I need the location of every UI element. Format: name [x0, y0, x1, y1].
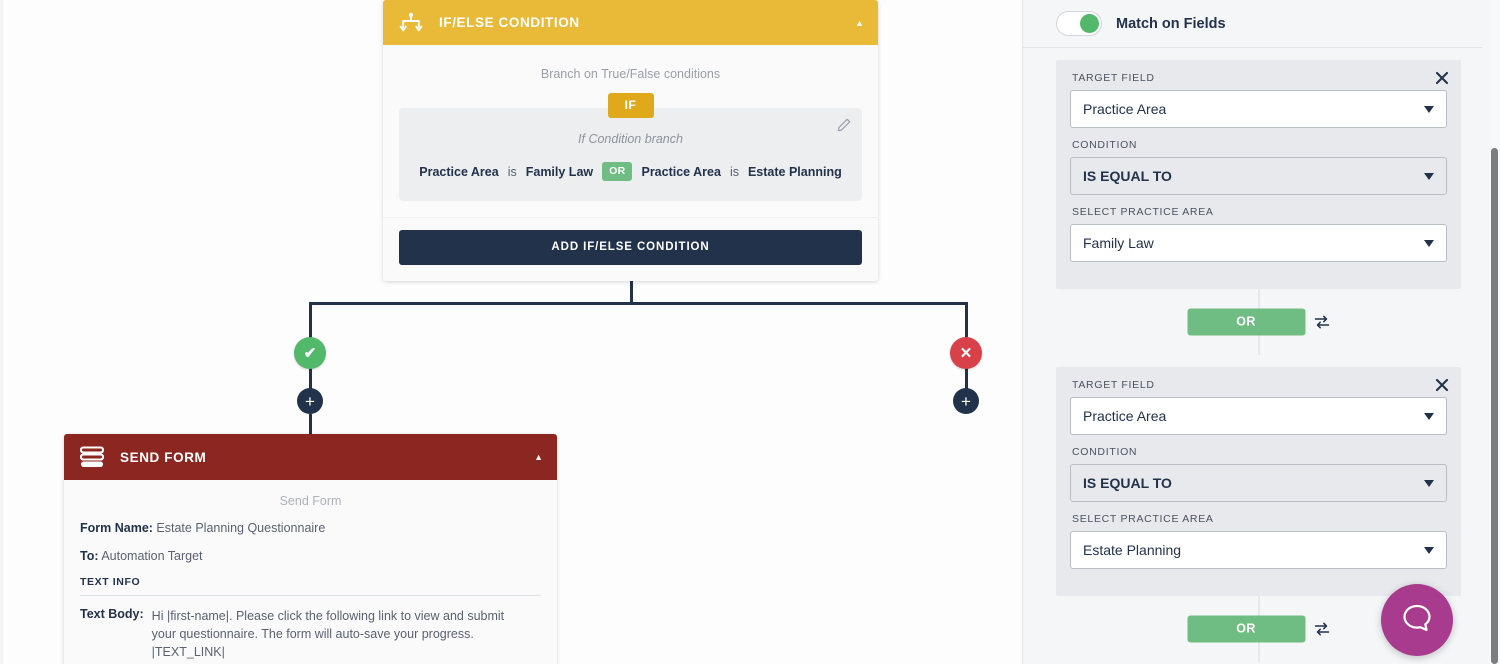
close-icon: ✕ — [959, 345, 973, 362]
text-body-value: Hi |first-name|. Please click the follow… — [151, 608, 505, 659]
or-operator-button[interactable]: OR — [1187, 615, 1305, 643]
chat-bubble-icon — [1399, 600, 1435, 641]
match-on-fields-label: Match on Fields — [1116, 15, 1226, 32]
close-icon[interactable] — [1434, 70, 1450, 86]
panel-scrollbar-thumb[interactable] — [1491, 148, 1498, 664]
toggle-knob — [1080, 13, 1099, 33]
chevron-down-icon — [1424, 172, 1434, 180]
swap-arrows-icon[interactable] — [1313, 314, 1330, 331]
ifelse-node-body: Branch on True/False conditions IF If Co… — [383, 45, 878, 201]
panel-scrollbar-track[interactable] — [1489, 0, 1500, 664]
expr-right-operator: is — [729, 164, 739, 179]
value-field-select[interactable]: Estate Planning — [1070, 531, 1447, 569]
send-form-subtitle: Send Form — [279, 494, 342, 508]
if-condition-expression: Practice Area is Family Law OR Practice … — [413, 162, 848, 181]
or-operator-button[interactable]: OR — [1187, 308, 1305, 336]
workflow-canvas[interactable]: ✔ ✕ + + IF/ELSE CONDITION ▲ Branch on Tr… — [0, 0, 1022, 664]
branch-split-icon — [397, 9, 425, 37]
value-field-value: Estate Planning — [1083, 542, 1182, 558]
chevron-up-icon[interactable]: ▲ — [855, 18, 864, 28]
chevron-down-icon — [1424, 479, 1434, 487]
chevron-down-icon — [1424, 239, 1434, 247]
recipient-label: To: — [80, 548, 99, 563]
text-body-row: Text Body: Hi |first-name|. Please click… — [80, 607, 541, 661]
send-form-node-header[interactable]: SEND FORM ▲ — [64, 434, 557, 480]
expr-join-chip: OR — [602, 162, 633, 181]
if-badge[interactable]: IF — [607, 93, 654, 118]
plus-icon: + — [961, 391, 971, 411]
automation-workflow-screen: ✔ ✕ + + IF/ELSE CONDITION ▲ Branch on Tr… — [0, 0, 1500, 664]
condition-value: IS EQUAL TO — [1083, 168, 1172, 184]
send-form-node-title: SEND FORM — [120, 449, 207, 465]
text-info-heading: TEXT INFO — [80, 576, 541, 596]
chevron-down-icon — [1424, 105, 1434, 113]
form-name-row: Form Name: Estate Planning Questionnaire — [80, 520, 541, 537]
add-step-false-button[interactable]: + — [953, 388, 979, 414]
match-on-fields-toggle[interactable] — [1056, 11, 1102, 36]
match-fields-panel-content: Match on Fields TARGET FIELD Practice Ar… — [1023, 0, 1483, 662]
ifelse-subtitle: Branch on True/False conditions — [540, 67, 721, 81]
target-field-label: TARGET FIELD — [1072, 72, 1155, 84]
if-condition-branch-label: If Condition branch — [578, 132, 683, 146]
chevron-up-icon[interactable]: ▲ — [534, 452, 543, 462]
chevron-down-icon — [1424, 412, 1434, 420]
recipient-row: To: Automation Target — [80, 548, 541, 565]
branch-true-badge[interactable]: ✔ — [294, 337, 326, 369]
expr-left-field: Practice Area — [419, 164, 499, 179]
value-field-label: SELECT PRACTICE AREA — [1072, 206, 1214, 218]
help-chat-launcher-button[interactable] — [1381, 584, 1453, 656]
form-name-value: Estate Planning Questionnaire — [156, 521, 326, 535]
send-form-node[interactable]: SEND FORM ▲ Send Form Form Name: Estate … — [64, 434, 557, 664]
or-divider-controls: OR — [1187, 615, 1330, 643]
condition-label: CONDITION — [1072, 139, 1138, 151]
condition-select[interactable]: IS EQUAL TO — [1070, 157, 1447, 195]
form-name-label: Form Name: — [80, 521, 153, 535]
chevron-down-icon — [1424, 546, 1434, 554]
canvas-left-gutter — [0, 0, 3, 664]
form-lines-icon — [78, 443, 106, 471]
condition-block[interactable]: TARGET FIELD Practice Area CONDITION IS … — [1056, 60, 1461, 289]
condition-label: CONDITION — [1072, 446, 1138, 458]
target-field-select[interactable]: Practice Area — [1070, 90, 1447, 128]
add-step-true-button[interactable]: + — [297, 388, 323, 414]
connector-horizontal — [309, 302, 968, 305]
target-field-label: TARGET FIELD — [1072, 379, 1155, 391]
recipient-value: Automation Target — [101, 548, 203, 563]
send-form-node-body: Send Form Form Name: Estate Planning Que… — [64, 480, 557, 664]
pencil-icon[interactable] — [836, 117, 852, 133]
ifelse-node-title: IF/ELSE CONDITION — [439, 15, 580, 30]
add-ifelse-condition-button[interactable]: ADD IF/ELSE CONDITION — [399, 230, 862, 265]
ifelse-condition-node[interactable]: IF/ELSE CONDITION ▲ Branch on True/False… — [383, 0, 878, 281]
close-icon[interactable] — [1434, 377, 1450, 393]
value-field-label: SELECT PRACTICE AREA — [1072, 513, 1214, 525]
match-on-fields-row[interactable]: Match on Fields — [1023, 0, 1483, 48]
swap-arrows-icon[interactable] — [1313, 621, 1330, 638]
expr-right-value: Estate Planning — [747, 164, 842, 179]
expr-right-field: Practice Area — [641, 164, 721, 179]
match-fields-panel[interactable]: Match on Fields TARGET FIELD Practice Ar… — [1022, 0, 1500, 664]
value-field-value: Family Law — [1083, 235, 1154, 251]
expr-left-value: Family Law — [525, 164, 594, 179]
condition-select[interactable]: IS EQUAL TO — [1070, 464, 1447, 502]
value-field-select[interactable]: Family Law — [1070, 224, 1447, 262]
condition-block[interactable]: TARGET FIELD Practice Area CONDITION IS … — [1056, 367, 1461, 596]
branch-false-badge[interactable]: ✕ — [950, 337, 982, 369]
or-divider: OR — [1056, 289, 1461, 355]
text-body-label: Text Body: — [80, 606, 144, 621]
ifelse-node-footer: ADD IF/ELSE CONDITION — [383, 217, 878, 281]
or-divider-controls: OR — [1187, 308, 1330, 336]
ifelse-node-header[interactable]: IF/ELSE CONDITION ▲ — [383, 0, 878, 45]
target-field-value: Practice Area — [1083, 101, 1167, 117]
if-condition-box[interactable]: If Condition branch Practice Area is Fam… — [399, 108, 862, 201]
target-field-select[interactable]: Practice Area — [1070, 397, 1447, 435]
target-field-value: Practice Area — [1083, 408, 1167, 424]
check-icon: ✔ — [303, 345, 317, 362]
plus-icon: + — [305, 391, 315, 411]
condition-value: IS EQUAL TO — [1083, 475, 1172, 491]
expr-left-operator: is — [507, 164, 517, 179]
